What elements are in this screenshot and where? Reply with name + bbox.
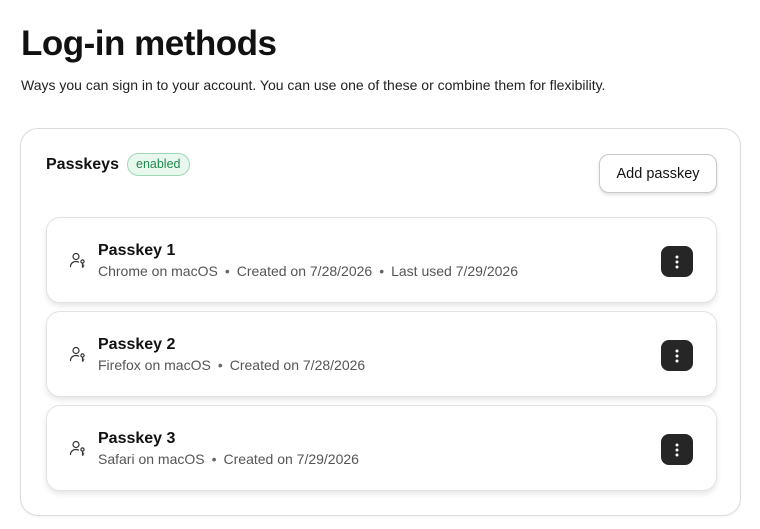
passkey-row: Passkey 3 Safari on macOS • Created on 7/2… [46,405,717,491]
status-badge: enabled [127,153,190,176]
more-vertical-icon [675,443,679,456]
passkey-meta: Safari on macOS • Created on 7/29/2026 [98,451,359,467]
passkey-row: Passkey 1 Chrome on macOS • Created on 7/2… [46,217,717,303]
page-title: Log-in methods [21,24,277,63]
passkey-browser: Firefox on macOS [98,357,211,373]
passkey-browser: Safari on macOS [98,451,205,467]
passkeys-card: Passkeys enabled Add passkey Passkey 1 C… [20,128,741,516]
more-vertical-icon [675,349,679,362]
meta-separator: • [224,263,230,279]
more-options-button[interactable] [661,434,693,465]
passkey-name: Passkey 3 [98,430,176,447]
user-key-icon [69,251,87,269]
passkey-created: Created on 7/28/2026 [229,357,366,373]
user-key-icon [69,439,87,457]
user-key-icon [69,345,87,363]
meta-separator: • [217,357,223,373]
passkey-created: Created on 7/29/2026 [223,451,359,467]
more-options-button[interactable] [661,340,693,371]
more-vertical-icon [675,255,679,268]
section-title: Passkeys [46,156,119,173]
passkey-meta: Firefox on macOS • Created on 7/28/2026 [98,357,365,373]
meta-separator: • [211,451,217,467]
passkey-created: Created on 7/28/2026 [236,263,373,279]
page-subtitle: Ways you can sign in to your account. Yo… [21,77,606,93]
passkey-name: Passkey 2 [98,336,176,353]
add-passkey-button[interactable]: Add passkey [599,154,717,193]
passkey-row: Passkey 2 Firefox on macOS • Created on 7/… [46,311,717,397]
passkey-browser: Chrome on macOS [98,263,218,279]
passkey-last-used: Last used 7/29/2026 [391,263,518,279]
passkey-name: Passkey 1 [98,242,176,259]
passkey-meta: Chrome on macOS • Created on 7/28/2026 • Las… [98,263,518,279]
meta-separator: • [379,263,385,279]
more-options-button[interactable] [661,246,693,277]
